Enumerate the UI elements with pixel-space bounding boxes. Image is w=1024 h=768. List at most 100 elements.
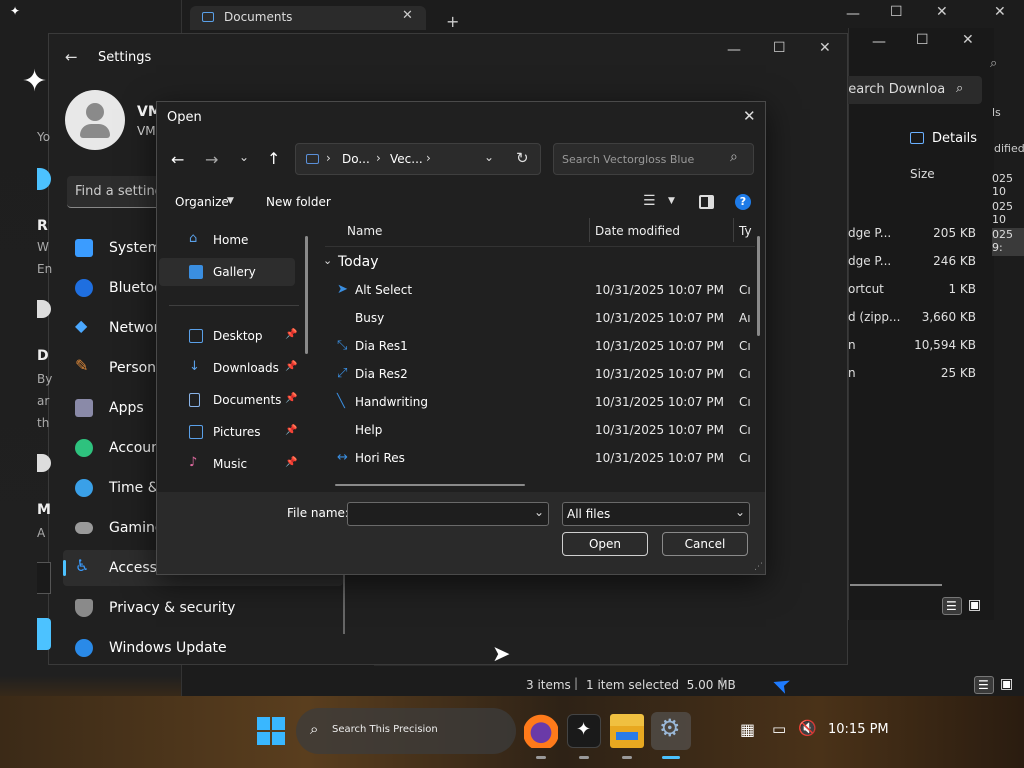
- file-row[interactable]: ⤢ Dia Res2 10/31/2025 10:07 PM Cı: [325, 360, 759, 388]
- tree-item-documents[interactable]: Documents 📌: [159, 386, 299, 414]
- list-view-button[interactable]: ☰: [942, 597, 962, 615]
- avatar[interactable]: [65, 90, 125, 150]
- list-item[interactable]: ortcut 1 KB: [848, 282, 994, 310]
- refresh-icon[interactable]: ↻: [516, 149, 529, 167]
- list-item[interactable]: n 25 KB: [848, 366, 994, 394]
- qr-code-icon[interactable]: ▦: [740, 720, 755, 739]
- file-row[interactable]: Busy 10/31/2025 10:07 PM Aı: [325, 304, 759, 332]
- file-explorer-app-icon[interactable]: [610, 714, 644, 748]
- organize-button[interactable]: Organize: [175, 195, 229, 209]
- tiles-view-button[interactable]: ▣: [998, 676, 1016, 694]
- cancel-button[interactable]: Cancel: [662, 532, 748, 556]
- column-header-type[interactable]: Ty: [739, 224, 752, 238]
- list-item[interactable]: d (zipp... 3,660 KB: [848, 310, 994, 338]
- minimize-icon[interactable]: —: [727, 42, 741, 58]
- tiles-view-button[interactable]: ▣: [966, 597, 984, 615]
- list-item[interactable]: dge P... 205 KB: [848, 226, 994, 254]
- file-name-input[interactable]: ⌄: [347, 502, 549, 526]
- settings-scrollbar[interactable]: [343, 574, 345, 634]
- chevron-down-icon[interactable]: ⌄: [239, 150, 249, 164]
- close-icon[interactable]: ✕: [962, 32, 974, 48]
- pin-icon[interactable]: 📌: [285, 361, 297, 372]
- tab-documents[interactable]: Documents ✕: [190, 6, 426, 30]
- tree-item-home[interactable]: ⌂ Home: [159, 226, 299, 254]
- phone-link-icon[interactable]: ▭: [772, 720, 786, 738]
- toggle-switch[interactable]: [37, 300, 51, 318]
- maximize-icon[interactable]: ☐: [916, 32, 929, 48]
- firefox-app-icon[interactable]: [524, 714, 558, 748]
- view-options-icon[interactable]: ☰: [643, 193, 656, 209]
- column-modified[interactable]: dified: [994, 142, 1024, 155]
- sidebar-item-privacy[interactable]: Privacy & security: [63, 590, 343, 626]
- forward-arrow-icon[interactable]: →: [205, 150, 218, 169]
- list-item[interactable]: dge P... 246 KB: [848, 254, 994, 282]
- back-arrow-icon[interactable]: ←: [65, 48, 78, 66]
- volume-muted-icon[interactable]: 🔇: [798, 719, 817, 737]
- new-tab-icon[interactable]: +: [446, 12, 459, 31]
- tree-item-desktop[interactable]: Desktop 📌: [159, 322, 299, 350]
- up-arrow-icon[interactable]: ↑: [267, 149, 280, 168]
- column-header-name[interactable]: Name: [347, 224, 382, 238]
- chevron-down-icon[interactable]: ⌄: [534, 505, 544, 519]
- file-list-vscrollbar[interactable]: [757, 236, 760, 336]
- pin-icon[interactable]: 📌: [285, 457, 297, 468]
- pin-icon[interactable]: 📌: [285, 393, 297, 404]
- address-bar[interactable]: › Do... › Vec... › ⌄ ↻: [295, 143, 541, 175]
- content-primary-button[interactable]: [37, 618, 51, 650]
- back-arrow-icon[interactable]: ←: [171, 150, 184, 169]
- tree-scrollbar[interactable]: [305, 236, 308, 354]
- find-setting-input[interactable]: Find a setting: [67, 176, 167, 208]
- background-search-box[interactable]: Search Downloa ⌕: [836, 76, 982, 104]
- chevron-down-icon[interactable]: ⌄: [484, 150, 494, 164]
- open-button[interactable]: Open: [562, 532, 648, 556]
- file-list-hscrollbar[interactable]: [335, 484, 525, 486]
- minimize-icon[interactable]: —: [846, 6, 860, 22]
- breadcrumb-item[interactable]: Vec...: [390, 152, 423, 166]
- horizontal-scrollbar[interactable]: [850, 584, 942, 586]
- close-icon[interactable]: ✕: [743, 107, 756, 125]
- settings-app-icon[interactable]: ⚙: [651, 712, 691, 750]
- chevron-down-icon[interactable]: ⌄: [323, 254, 332, 267]
- tree-item-gallery[interactable]: Gallery: [159, 258, 295, 286]
- new-folder-button[interactable]: New folder: [266, 195, 331, 209]
- column-header-date[interactable]: Date modified: [595, 224, 680, 238]
- pin-icon[interactable]: 📌: [285, 329, 297, 340]
- minimize-icon[interactable]: —: [872, 34, 886, 50]
- tree-item-label: Downloads: [213, 361, 279, 375]
- chevron-down-icon[interactable]: ▼: [668, 196, 675, 206]
- breadcrumb-item[interactable]: Do...: [342, 152, 370, 166]
- tree-item-pictures[interactable]: Pictures 📌: [159, 418, 299, 446]
- close-tab-icon[interactable]: ✕: [402, 8, 413, 23]
- details-button[interactable]: Details: [932, 131, 977, 146]
- content-input-box[interactable]: [37, 562, 51, 594]
- toggle-switch[interactable]: [37, 454, 51, 472]
- list-view-button[interactable]: ☰: [974, 676, 994, 694]
- maximize-icon[interactable]: ☐: [773, 40, 786, 56]
- file-row[interactable]: ╲ Handwriting 10/31/2025 10:07 PM Cı: [325, 388, 759, 416]
- file-row[interactable]: Help 10/31/2025 10:07 PM Cı: [325, 416, 759, 444]
- file-type-select[interactable]: All files ⌄: [562, 502, 750, 526]
- search-input[interactable]: Search Vectorgloss Blue ⌕: [553, 143, 754, 175]
- file-row[interactable]: ➤ Alt Select 10/31/2025 10:07 PM Cı: [325, 276, 759, 304]
- taskbar-search[interactable]: ⌕ Search This Precision: [296, 708, 516, 754]
- start-button[interactable]: [256, 716, 286, 746]
- close-icon[interactable]: ✕: [936, 4, 948, 20]
- close-icon[interactable]: ✕: [819, 40, 831, 56]
- file-row[interactable]: ↔ Hori Res 10/31/2025 10:07 PM Cı: [325, 444, 759, 472]
- pin-icon[interactable]: 📌: [285, 425, 297, 436]
- file-row[interactable]: ⤡ Dia Res1 10/31/2025 10:07 PM Cı: [325, 332, 759, 360]
- tree-item-music[interactable]: ♪ Music 📌: [159, 450, 299, 478]
- bird-app-icon[interactable]: ✦: [567, 714, 601, 748]
- preview-pane-icon[interactable]: [699, 195, 714, 209]
- tree-item-downloads[interactable]: ↓ Downloads 📌: [159, 354, 299, 382]
- sidebar-item-label: System: [109, 240, 162, 256]
- resize-grip-icon[interactable]: ⋰: [754, 562, 763, 572]
- sidebar-item-windows-update[interactable]: Windows Update: [63, 630, 343, 666]
- list-item[interactable]: n 10,594 KB: [848, 338, 994, 366]
- help-icon[interactable]: ?: [735, 194, 751, 210]
- close-icon[interactable]: ✕: [994, 4, 1006, 20]
- column-size[interactable]: Size: [910, 167, 935, 181]
- maximize-icon[interactable]: ☐: [890, 4, 903, 20]
- taskbar-clock[interactable]: 10:15 PM: [828, 722, 889, 737]
- bird-logo-icon: ✦: [10, 4, 21, 18]
